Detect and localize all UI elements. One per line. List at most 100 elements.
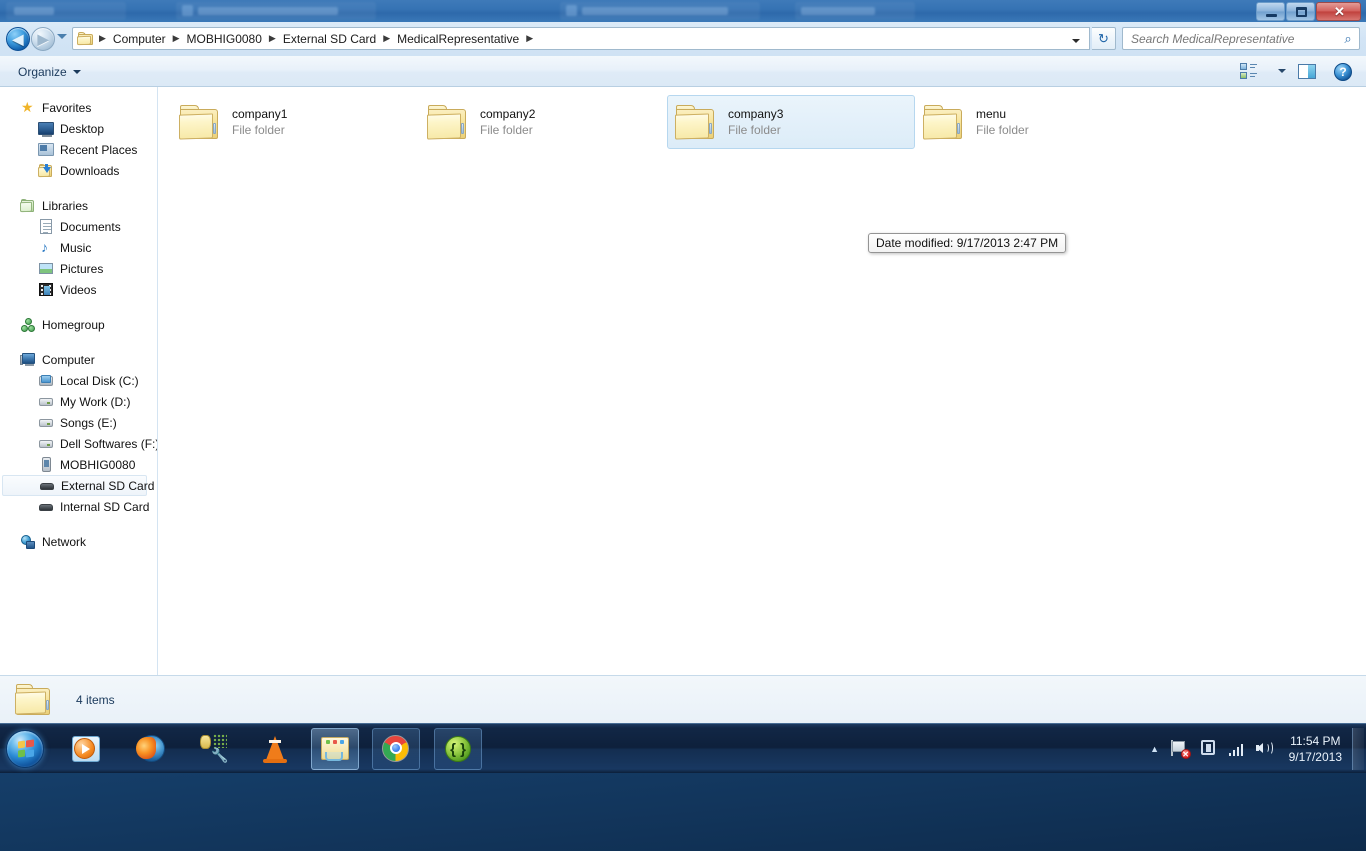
file-type: File folder [232,123,285,137]
close-button[interactable]: ✕ [1316,2,1361,21]
file-list-pane[interactable]: company1 File folder company2 File folde… [159,87,1366,675]
sidebar-item-songs-e[interactable]: Songs (E:) [0,412,157,433]
clock-time: 11:54 PM [1290,734,1341,748]
breadcrumb-item-mobhig0080[interactable]: MOBHIG0080 [182,30,267,48]
sidebar-item-desktop[interactable]: Desktop [0,118,157,139]
folder-icon [178,102,222,142]
refresh-button[interactable]: ↻ [1092,27,1116,50]
window-controls: ✕ [1255,2,1361,21]
taskbar-vlc-media-player[interactable] [251,728,299,770]
taskbar-firefox[interactable] [127,728,175,770]
sidebar-item-external-sd-card[interactable]: External SD Card [2,475,154,496]
maximize-restore-button[interactable] [1286,2,1315,21]
sidebar-item-computer[interactable]: Computer [0,349,157,370]
sidebar-item-network[interactable]: Network [0,531,157,552]
firefox-icon [136,734,166,764]
sidebar-label: Downloads [60,163,120,178]
help-icon: ? [1334,63,1352,81]
sidebar-label: Local Disk (C:) [60,373,139,388]
background-window-ghost-3 [560,2,760,20]
computer-icon [20,352,36,368]
local-disk-icon [38,373,54,389]
sidebar-item-favorites[interactable]: ★ Favorites [0,97,157,118]
breadcrumb-separator[interactable]: ▶ [171,33,182,44]
sidebar-item-my-work-d[interactable]: My Work (D:) [0,391,157,412]
background-window-ghost-1 [6,2,126,20]
safely-remove-hardware-icon[interactable] [1198,738,1220,760]
list-item[interactable]: company2 File folder [419,95,667,149]
sidebar-item-videos[interactable]: Videos [0,279,157,300]
drive-icon [38,394,54,410]
breadcrumb-item-computer[interactable]: Computer [108,30,171,48]
sidebar-item-mobhig0080[interactable]: MOBHIG0080 [0,454,157,475]
taskbar-windows-media-player[interactable] [63,728,111,770]
sidebar-label: Favorites [42,100,92,115]
drive-icon [38,415,54,431]
sidebar-label: External SD Card [61,478,155,493]
action-center-flag-icon[interactable]: ✕ [1170,738,1192,760]
show-hidden-icons-button[interactable]: ▲ [1147,744,1163,754]
clock-date: 9/17/2013 [1288,750,1342,764]
sidebar-item-music[interactable]: ♪ Music [0,237,157,258]
sidebar-item-dell-softwares-f[interactable]: Dell Softwares (F:) [0,433,157,454]
file-type: File folder [976,123,1029,137]
sidebar-item-recent-places[interactable]: Recent Places [0,139,157,160]
sidebar-label: Desktop [60,121,105,136]
sidebar-item-downloads[interactable]: Downloads [0,160,157,181]
address-breadcrumb-bar[interactable]: ▶ Computer ▶ MOBHIG0080 ▶ External SD Ca… [72,27,1090,50]
back-button[interactable]: ◀ [6,27,30,51]
breadcrumb-item-external-sd-card[interactable]: External SD Card [278,30,381,48]
folder-icon [674,102,718,142]
breadcrumb-separator[interactable]: ▶ [524,33,535,44]
forward-button[interactable]: ▶ [31,27,55,51]
taskbar-windows-explorer[interactable] [311,727,359,770]
sidebar-item-local-disk-c[interactable]: Local Disk (C:) [0,370,157,391]
navigation-pane[interactable]: ★ Favorites Desktop Recent Places Downlo… [0,87,158,675]
sidebar-item-pictures[interactable]: Pictures [0,258,157,279]
list-item[interactable]: company1 File folder [171,95,419,149]
sidebar-item-documents[interactable]: Documents [0,216,157,237]
vlc-cone-icon [260,734,290,764]
minimize-button[interactable] [1256,2,1285,21]
file-text: menu File folder [976,106,1029,138]
list-item-selected[interactable]: company3 File folder [667,95,915,149]
close-icon: ✕ [1334,4,1345,19]
address-dropdown-icon[interactable] [1072,39,1080,43]
sidebar-item-internal-sd-card[interactable]: Internal SD Card [0,496,157,517]
sd-card-icon [38,499,54,515]
downloads-icon [38,163,54,179]
search-box[interactable]: Search MedicalRepresentative ⌕ [1122,27,1360,50]
organize-button[interactable]: Organize [10,61,89,82]
drive-icon [38,436,54,452]
sidebar-label: Videos [60,282,97,297]
network-icon [20,534,36,550]
sidebar-item-libraries[interactable]: Libraries [0,195,157,216]
change-view-button[interactable] [1240,61,1270,82]
clock[interactable]: 11:54 PM 9/17/2013 [1279,733,1352,765]
volume-icon[interactable] [1254,738,1276,760]
breadcrumb-separator[interactable]: ▶ [267,33,278,44]
network-signal-icon[interactable] [1226,738,1248,760]
recent-pages-dropdown-icon[interactable] [57,34,67,39]
search-icon: ⌕ [1344,30,1352,46]
breadcrumb-item-medicalrepresentative[interactable]: MedicalRepresentative [392,30,524,48]
show-desktop-button[interactable] [1352,728,1364,770]
refresh-icon: ↻ [1098,31,1109,46]
help-button[interactable]: ? [1332,61,1356,82]
search-input[interactable]: Search MedicalRepresentative [1123,32,1337,46]
sidebar-label: Dell Softwares (F:) [60,436,158,451]
breadcrumb-separator[interactable]: ▶ [97,33,108,44]
breadcrumb-separator[interactable]: ▶ [381,33,392,44]
view-mode-dropdown-icon[interactable] [1278,69,1286,73]
sidebar-label: Pictures [60,261,104,276]
taskbar-google-chrome[interactable] [372,727,420,770]
taskbar-database-tools[interactable]: 🔧 [189,728,237,770]
taskbar-code-editor[interactable]: { } [434,727,482,770]
preview-pane-button[interactable] [1296,61,1320,82]
sidebar-label: Computer [42,352,95,367]
list-item[interactable]: menu File folder [915,95,1163,149]
start-button[interactable] [3,728,49,770]
folder-icon [426,102,470,142]
command-toolbar: Organize ? [0,56,1366,87]
sidebar-item-homegroup[interactable]: Homegroup [0,314,157,335]
